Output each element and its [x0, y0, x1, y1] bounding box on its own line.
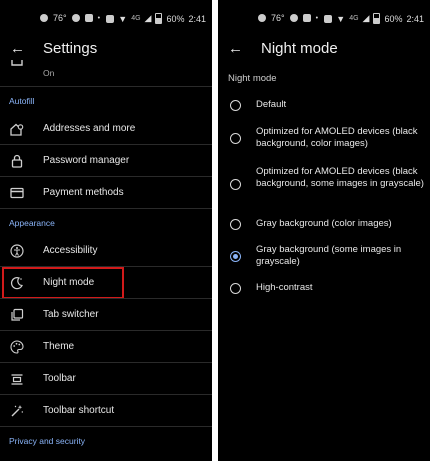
alarm-icon — [106, 14, 115, 23]
item-label: Night mode — [43, 277, 95, 288]
item-label: Password manager — [43, 155, 130, 166]
app-bar: ← Night mode — [218, 36, 430, 66]
alarm-icon — [324, 14, 333, 23]
item-label: Theme — [43, 341, 75, 352]
status-bar: 76° • ▼ 4G ◢ 60% 2:41 — [0, 0, 212, 36]
settings-item-icon — [11, 60, 23, 66]
whatsapp-icon — [258, 14, 266, 22]
item-label: Toolbar — [43, 373, 76, 384]
app-icon — [84, 14, 93, 22]
temperature-text: 76° — [53, 13, 67, 23]
option-label: Optimized for AMOLED devices (black back… — [256, 166, 424, 189]
signal-icon: ◢ — [362, 13, 370, 23]
toolbar-item[interactable]: Toolbar — [0, 362, 212, 394]
accessibility-item[interactable]: Accessibility — [0, 235, 212, 266]
option-amoled-color[interactable]: Optimized for AMOLED devices (black back… — [218, 119, 430, 161]
section-header-appearance: Appearance — [0, 208, 212, 235]
back-arrow-icon[interactable]: ← — [228, 40, 243, 57]
battery-icon — [155, 13, 163, 24]
section-label: Privacy and security — [9, 436, 86, 446]
option-label: High-contrast — [256, 282, 313, 293]
night-mode-screen: 76° • ▼ 4G ◢ 60% 2:41 ← Night mode Night… — [218, 0, 430, 461]
credit-card-icon — [10, 187, 24, 199]
subheader-label: Night mode — [228, 73, 277, 84]
lock-icon — [11, 154, 23, 168]
settings-screen: 76° • ▼ 4G ◢ 60% 2:41 ← Settings On Auto… — [0, 0, 212, 461]
password-manager-item[interactable]: Password manager — [0, 144, 212, 176]
item-label: Accessibility — [43, 245, 98, 256]
page-title: Settings — [43, 40, 98, 57]
item-label: Toolbar shortcut — [43, 405, 115, 416]
option-label: Default — [256, 99, 287, 110]
network-text: 4G — [349, 15, 359, 22]
option-label: Gray background (color images) — [256, 218, 392, 229]
radio-button[interactable] — [230, 179, 241, 190]
battery-icon — [373, 13, 381, 24]
night-mode-item[interactable]: Night mode — [0, 266, 212, 299]
payment-methods-item[interactable]: Payment methods — [0, 176, 212, 208]
battery-text: 60% — [166, 13, 185, 24]
option-gray-grayscale[interactable]: Gray background (some images in grayscal… — [218, 239, 430, 279]
wifi-icon: ▼ — [118, 13, 128, 24]
toolbar-shortcut-item[interactable]: Toolbar shortcut — [0, 394, 212, 426]
app-bar: ← Settings — [0, 36, 212, 66]
back-arrow-icon[interactable]: ← — [10, 40, 25, 57]
setting-value: On — [43, 68, 55, 78]
status-bar: 76° • ▼ 4G ◢ 60% 2:41 — [218, 0, 430, 36]
section-header-privacy: Privacy and security — [0, 426, 212, 453]
battery-text: 60% — [384, 13, 403, 24]
temperature-text: 76° — [271, 13, 285, 23]
radio-button[interactable] — [230, 133, 241, 144]
radio-button-selected[interactable] — [230, 251, 241, 262]
option-default[interactable]: Default — [218, 91, 430, 119]
item-label: Payment methods — [43, 187, 124, 198]
night-mode-icon — [10, 277, 23, 290]
network-text: 4G — [131, 15, 141, 22]
radio-button[interactable] — [230, 283, 241, 294]
more-notifications-icon: • — [97, 14, 101, 22]
section-label: Appearance — [9, 218, 55, 228]
palette-icon — [10, 340, 24, 354]
accessibility-icon — [10, 244, 24, 258]
clock-text: 2:41 — [406, 13, 424, 24]
notification-icon — [289, 14, 298, 22]
home-location-icon — [10, 123, 24, 136]
option-gray-color[interactable]: Gray background (color images) — [218, 211, 430, 239]
option-label: Optimized for AMOLED devices (black back… — [256, 126, 418, 149]
section-header-autofill: Autofill — [0, 86, 212, 113]
tab-switcher-icon — [11, 308, 24, 321]
clock-text: 2:41 — [188, 13, 206, 24]
radio-button[interactable] — [230, 219, 241, 230]
tab-switcher-item[interactable]: Tab switcher — [0, 298, 212, 330]
more-notifications-icon: • — [315, 14, 319, 22]
section-label: Autofill — [9, 96, 35, 106]
theme-item[interactable]: Theme — [0, 330, 212, 362]
options-subheader: Night mode — [218, 66, 430, 91]
wifi-icon: ▼ — [336, 13, 346, 24]
radio-button[interactable] — [230, 100, 241, 111]
item-label: Addresses and more — [43, 123, 136, 134]
item-label: Tab switcher — [43, 309, 99, 320]
notification-icon — [71, 14, 80, 22]
option-high-contrast[interactable]: High-contrast — [218, 279, 430, 307]
addresses-item[interactable]: Addresses and more — [0, 113, 212, 144]
magic-wand-icon — [11, 405, 23, 417]
toolbar-icon — [11, 374, 23, 385]
partially-visible-setting[interactable]: On — [0, 60, 212, 86]
signal-icon: ◢ — [144, 13, 152, 23]
option-amoled-grayscale[interactable]: Optimized for AMOLED devices (black back… — [218, 161, 430, 211]
option-label: Gray background (some images in grayscal… — [256, 244, 402, 267]
whatsapp-icon — [40, 14, 48, 22]
app-icon — [302, 14, 311, 22]
page-title: Night mode — [261, 40, 338, 57]
